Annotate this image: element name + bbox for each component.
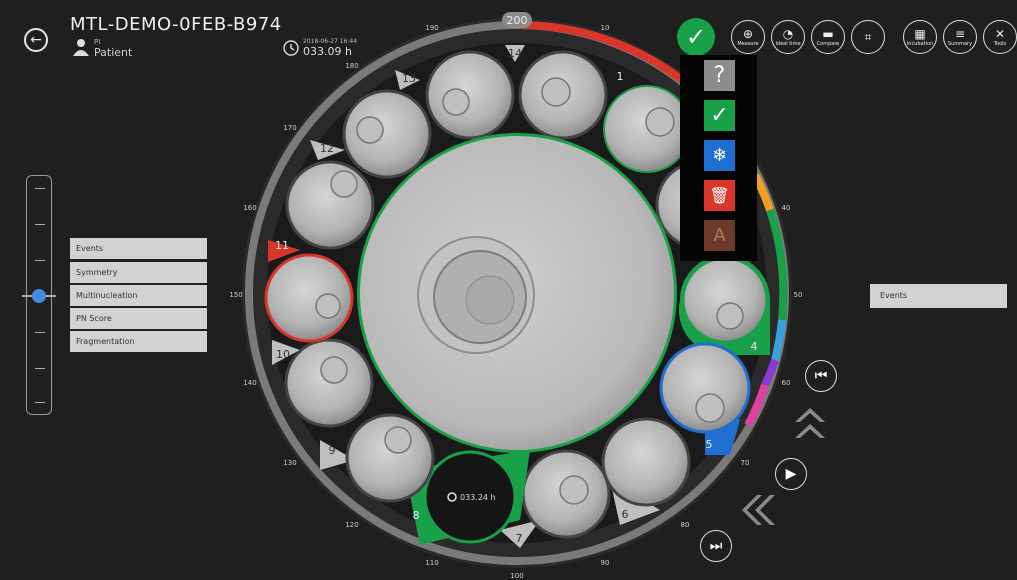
rewind-button[interactable]	[740, 490, 780, 530]
well-number: 8	[413, 509, 420, 522]
jump-to-start-button[interactable]: ⏮	[805, 360, 837, 392]
dial-label: 130	[283, 459, 296, 467]
fast-forward-button[interactable]	[790, 400, 830, 448]
well-number: 11	[275, 239, 289, 252]
fast-forward-icon	[795, 408, 825, 422]
well-number: 6	[622, 508, 629, 521]
well-number: 12	[320, 142, 334, 155]
jump-to-start-icon: ⏮	[814, 368, 828, 384]
dial-label: 70	[741, 459, 750, 467]
dial-top-label: 200	[507, 14, 528, 27]
embryo-pronucleus	[465, 275, 515, 325]
status-unknown-button[interactable]: ?	[704, 60, 735, 91]
dial-label: 110	[425, 559, 438, 567]
well-number: 9	[329, 444, 336, 457]
letter-a-icon: A	[713, 225, 726, 246]
well-number: 4	[751, 340, 758, 353]
well-number: 10	[276, 348, 290, 361]
dial-label: 170	[283, 124, 296, 132]
dial-label: 10	[601, 24, 610, 32]
embryo-status-menu: ? ✓ ❄ 🗑 A	[680, 55, 757, 261]
play-icon: ▶	[785, 466, 797, 482]
dial-label: 50	[794, 291, 803, 299]
central-embryo-view[interactable]	[357, 133, 677, 453]
well-number: 1	[617, 70, 624, 83]
status-discard-button[interactable]: 🗑	[704, 180, 735, 211]
dial-label: 100	[510, 572, 523, 580]
dial-label: 150	[229, 291, 242, 299]
dial-label: 140	[243, 379, 256, 387]
well-number: 14	[508, 47, 522, 60]
dial-label: 190	[425, 24, 438, 32]
rewind-icon	[755, 495, 775, 525]
dial-label: 90	[601, 559, 610, 567]
dial-label: 80	[681, 521, 690, 529]
dial-label: 160	[243, 204, 256, 212]
culture-dish: 200 10 40 50 60 70 80 90 100 110 120 130…	[229, 12, 803, 580]
well-time: 033.24 h	[460, 493, 496, 502]
dial-label: 120	[345, 521, 358, 529]
well-number: 13	[402, 72, 416, 85]
dial-label: 180	[345, 62, 358, 70]
trash-icon: 🗑	[709, 186, 730, 205]
snowflake-icon: ❄	[711, 145, 728, 166]
play-button[interactable]: ▶	[775, 458, 807, 490]
jump-to-end-button[interactable]: ⏭	[700, 530, 732, 562]
question-icon: ?	[713, 63, 726, 88]
dial-label: 60	[782, 379, 791, 387]
status-freeze-button[interactable]: ❄	[704, 140, 735, 171]
checkmark-icon: ✓	[710, 103, 729, 128]
well-number: 7	[516, 532, 523, 545]
well-4[interactable]: 4	[678, 254, 770, 356]
well-2[interactable]	[603, 85, 691, 173]
well-number: 5	[706, 438, 713, 451]
dial-label: 40	[782, 204, 791, 212]
jump-to-end-icon: ⏭	[709, 538, 723, 554]
status-avoid-button[interactable]: A	[704, 220, 735, 251]
status-transfer-button[interactable]: ✓	[704, 100, 735, 131]
